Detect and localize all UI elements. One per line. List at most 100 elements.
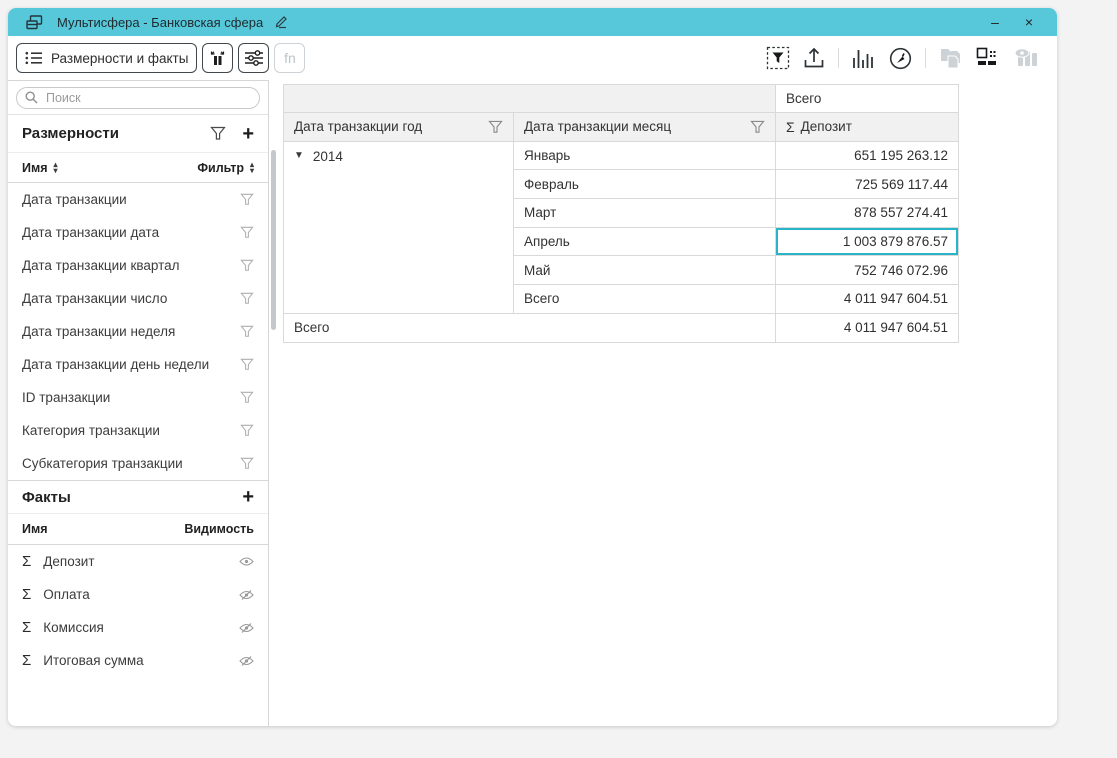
sidebar: Размерности + Имя ▴▾ Фильтр ▴▾ Дата т [8,80,269,726]
filter-icon[interactable] [240,292,254,305]
eye-off-icon[interactable] [239,589,254,601]
dimensions-facts-label: Размерности и факты [51,51,188,66]
month-cell[interactable]: Февраль [514,170,776,199]
hide-columns-icon[interactable] [1013,47,1039,69]
grand-total-value-cell[interactable]: 4 011 947 604.51 [776,314,959,343]
dimension-item[interactable]: Категория транзакции [8,414,268,447]
app-windows-icon [26,15,43,30]
fact-item[interactable]: Σ Комиссия [8,611,268,644]
dimension-item[interactable]: Дата транзакции день недели [8,348,268,381]
export-icon[interactable] [803,47,825,69]
filter-icon[interactable] [240,424,254,437]
value-cell[interactable]: 878 557 274.41 [776,199,959,228]
filter-icon[interactable] [240,325,254,338]
dimension-label: Дата транзакции квартал [22,258,180,273]
selected-value-cell[interactable]: 1 003 879 876.57 [776,228,959,257]
add-dimension-button[interactable]: + [242,124,254,144]
close-button[interactable]: × [1021,15,1037,29]
dimension-label: Дата транзакции день недели [22,357,209,372]
dimension-label: ID транзакции [22,390,110,405]
value-cell[interactable]: 752 746 072.96 [776,256,959,285]
filter-icon[interactable] [240,358,254,371]
dimension-item[interactable]: Дата транзакции число [8,282,268,315]
facts-title: Факты [22,489,71,506]
dimension-label: Категория транзакции [22,423,160,438]
month-cell[interactable]: Январь [514,142,776,171]
year-group-cell[interactable]: ▼ 2014 [284,142,514,314]
year-column-header[interactable]: Дата транзакции год [284,113,514,142]
sort-filter-icon[interactable]: ▴▾ [250,162,254,174]
fn-label: fn [284,50,296,66]
dimension-item[interactable]: Дата транзакции дата [8,216,268,249]
sort-name-icon[interactable]: ▴▾ [54,162,58,174]
search-input[interactable] [44,90,251,106]
filter-icon[interactable] [240,259,254,272]
collapse-dimensions-button[interactable] [202,43,233,73]
filter-icon[interactable] [240,391,254,404]
pivot-corner-total: Всего [776,85,959,113]
dimension-item[interactable]: ID транзакции [8,381,268,414]
eye-off-icon[interactable] [239,622,254,634]
title-bar: Мультисфера - Банковская сфера – × [8,8,1057,36]
dimensions-filter-icon[interactable] [210,126,226,141]
fact-item[interactable]: Σ Итоговая сумма [8,644,268,677]
fn-button[interactable]: fn [274,43,305,73]
month-subtotal-cell[interactable]: Всего [514,285,776,314]
dimension-label: Субкатегория транзакции [22,456,183,471]
copy-icon[interactable] [939,47,963,69]
search-box[interactable] [16,87,260,109]
eye-icon[interactable] [239,556,254,567]
toolbar: Размерности и факты [8,36,1057,80]
month-cell[interactable]: Март [514,199,776,228]
dimensions-col-filter: Фильтр [197,161,244,175]
filter-icon[interactable] [240,457,254,470]
fact-item[interactable]: Σ Депозит [8,545,268,578]
bar-chart-icon[interactable] [852,47,876,69]
value-cell[interactable]: 725 569 117.44 [776,170,959,199]
month-cell[interactable]: Апрель [514,228,776,257]
filter-icon[interactable] [488,120,503,134]
dimension-label: Дата транзакции неделя [22,324,175,339]
year-header-label: Дата транзакции год [294,119,422,134]
month-column-header[interactable]: Дата транзакции месяц [514,113,776,142]
minimize-button[interactable]: – [987,15,1003,29]
year-label: 2014 [313,149,343,164]
select-filter-icon[interactable] [766,46,790,70]
eye-off-icon[interactable] [239,655,254,667]
fact-item[interactable]: Σ Оплата [8,578,268,611]
sliders-button[interactable] [238,43,269,73]
fact-label: Итоговая сумма [43,653,143,668]
collapse-dimensions-icon [209,51,226,66]
add-fact-button[interactable]: + [242,487,254,507]
dimension-label: Дата транзакции дата [22,225,159,240]
toolbar-separator [838,48,839,68]
pivot-table: Всего Дата транзакции год Дата транзакци… [283,84,959,343]
dimension-item[interactable]: Субкатегория транзакции [8,447,268,480]
sigma-icon: Σ [786,119,795,135]
dimension-label: Дата транзакции [22,192,127,207]
month-header-label: Дата транзакции месяц [524,119,671,134]
compass-icon[interactable] [889,47,912,70]
app-window: Мультисфера - Банковская сфера – × [8,8,1057,726]
dimension-item[interactable]: Дата транзакции квартал [8,249,268,282]
list-icon [25,51,43,65]
grand-total-label-cell[interactable]: Всего [284,314,776,343]
filter-icon[interactable] [240,193,254,206]
facts-section-header: Факты + [8,481,268,514]
dimensions-facts-button[interactable]: Размерности и факты [16,43,197,73]
value-cell[interactable]: 651 195 263.12 [776,142,959,171]
search-icon [25,91,38,104]
dimension-item[interactable]: Дата транзакции неделя [8,315,268,348]
edit-title-pencil-icon[interactable] [273,15,289,29]
outline-icon[interactable] [976,47,1000,69]
value-column-header[interactable]: Σ Депозит [776,113,959,142]
filter-icon[interactable] [240,226,254,239]
window-title: Мультисфера - Банковская сфера [57,15,263,30]
collapse-year-icon[interactable]: ▼ [294,149,304,163]
filter-icon[interactable] [750,120,765,134]
dimension-item[interactable]: Дата транзакции [8,183,268,216]
pivot-corner-blank [284,85,776,113]
month-cell[interactable]: Май [514,256,776,285]
sidebar-scrollbar[interactable] [271,150,276,330]
subtotal-value-cell[interactable]: 4 011 947 604.51 [776,285,959,314]
